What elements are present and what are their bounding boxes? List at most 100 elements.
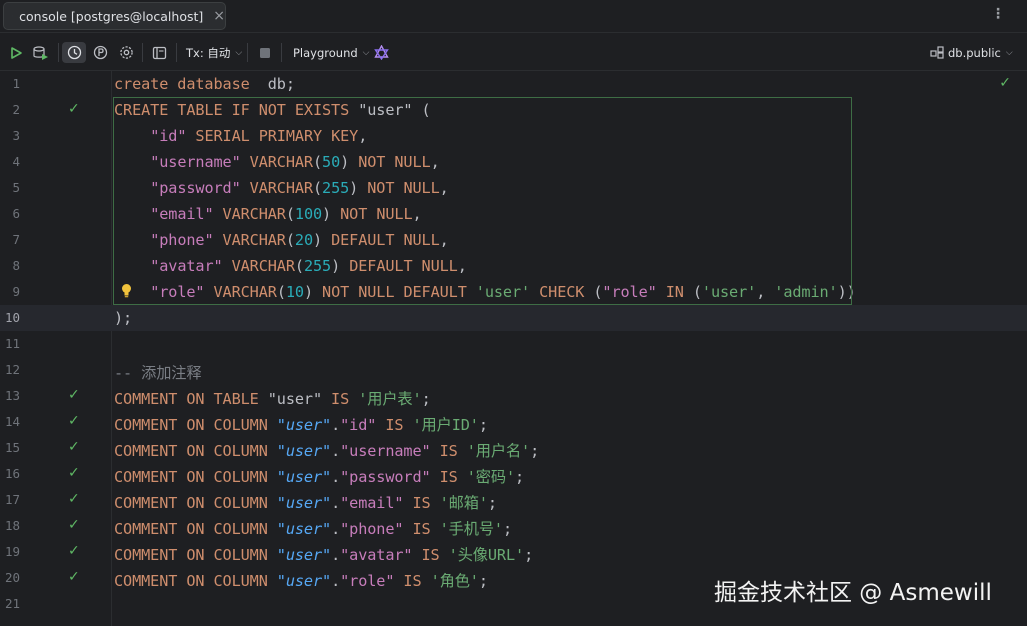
history-icon xyxy=(67,45,81,60)
code-token: "password" xyxy=(150,179,241,197)
code-token: ; xyxy=(515,468,525,486)
code-line[interactable]: 19 ✓ COMMENT ON COLUMN "user"."avatar" IS … xyxy=(0,539,1027,565)
more-vertical-icon[interactable]: ⋮ xyxy=(991,7,1005,21)
code-token: ); xyxy=(114,309,133,327)
code-line[interactable]: 14 ✓ COMMENT ON COLUMN "user"."id" IS '用户I… xyxy=(0,409,1027,435)
code-token: COMMENT ON COLUMN xyxy=(114,520,277,538)
line-number: 8 xyxy=(12,258,20,273)
code-text: create database db; xyxy=(114,75,295,93)
close-icon[interactable]: × xyxy=(213,8,225,24)
toolbar-separator xyxy=(176,43,177,62)
toolbar-separator xyxy=(281,43,282,62)
explain-plan-button[interactable] xyxy=(30,42,52,63)
code-token: '角色' xyxy=(430,572,479,590)
code-line[interactable]: 2 ✓ CREATE TABLE IF NOT EXISTS "user" ( xyxy=(0,97,1027,123)
history-button[interactable] xyxy=(62,42,86,63)
check-icon: ✓ xyxy=(68,569,80,585)
playground-dropdown[interactable]: Playground ⌵ xyxy=(293,42,370,63)
line-number: 9 xyxy=(12,284,20,299)
code-line[interactable]: 4 "username" VARCHAR(50) NOT NULL, xyxy=(0,149,1027,175)
run-button[interactable] xyxy=(6,42,26,63)
code-token: COMMENT ON COLUMN xyxy=(114,546,277,564)
tab-console[interactable]: console [postgres@localhost] × xyxy=(3,2,226,30)
toolbar-separator xyxy=(247,43,248,62)
parameters-button[interactable] xyxy=(90,42,110,63)
chevron-down-icon: ⌵ xyxy=(235,47,243,58)
code-token: . xyxy=(331,494,341,512)
code-token: VARCHAR xyxy=(222,257,295,275)
code-line[interactable]: 5 "password" VARCHAR(255) NOT NULL, xyxy=(0,175,1027,201)
code-line[interactable]: 12 -- 添加注释 xyxy=(0,357,1027,383)
ai-assistant-button[interactable] xyxy=(372,42,390,63)
code-token: DEFAULT NULL xyxy=(331,231,440,249)
code-line[interactable]: 13 ✓ COMMENT ON TABLE "user" IS '用户表'; xyxy=(0,383,1027,409)
line-number: 7 xyxy=(12,232,20,247)
check-icon: ✓ xyxy=(68,101,80,117)
code-token: ) xyxy=(303,283,323,301)
line-number: 20 xyxy=(4,570,20,585)
code-token: -- 添加注释 xyxy=(114,364,202,382)
line-number: 2 xyxy=(12,102,20,117)
output-layout-button[interactable] xyxy=(149,42,169,63)
parameters-icon xyxy=(93,45,107,60)
code-token: . xyxy=(331,442,341,460)
code-token: 255 xyxy=(322,179,350,197)
schema-selector[interactable]: db.public ⌵ xyxy=(930,42,1013,63)
code-line[interactable]: 17 ✓ COMMENT ON COLUMN "user"."email" IS '… xyxy=(0,487,1027,513)
code-token: "phone" xyxy=(340,520,404,538)
code-token: , xyxy=(358,127,368,145)
code-token: 10 xyxy=(285,283,304,301)
sql-editor[interactable]: 1 create database db; 2 ✓ CREATE TABLE IF NO… xyxy=(0,71,1027,626)
output-layout-icon xyxy=(152,46,166,59)
code-token: create database xyxy=(114,75,250,93)
code-line[interactable]: 9 "role" VARCHAR(10) NOT NULL DEFAULT 'u… xyxy=(0,279,1027,305)
console-toolbar: Tx: 自动 ⌵ Playground ⌵ db.public ⌵ xyxy=(0,34,1027,71)
code-token: COMMENT ON TABLE xyxy=(114,390,268,408)
code-token: , xyxy=(439,179,449,197)
code-text: CREATE TABLE IF NOT EXISTS "user" ( xyxy=(114,101,431,119)
code-token: IS xyxy=(376,416,413,434)
code-line[interactable]: 7 "phone" VARCHAR(20) DEFAULT NULL, xyxy=(0,227,1027,253)
code-token: COMMENT ON COLUMN xyxy=(114,494,277,512)
code-token: VARCHAR xyxy=(240,179,313,197)
code-token: 100 xyxy=(294,205,323,223)
transaction-mode-dropdown[interactable]: Tx: 自动 ⌵ xyxy=(186,42,242,63)
code-text: "role" VARCHAR(10) NOT NULL DEFAULT 'use… xyxy=(114,283,856,301)
schema-label: db.public xyxy=(948,45,1001,60)
code-line[interactable]: 8 "avatar" VARCHAR(255) DEFAULT NULL, xyxy=(0,253,1027,279)
toolbar-separator xyxy=(58,43,59,62)
code-line[interactable]: 1 create database db; xyxy=(0,71,1027,97)
code-token: )) xyxy=(837,283,856,301)
code-token: "user" xyxy=(276,416,332,434)
stop-button[interactable] xyxy=(256,42,274,63)
code-token: "id" xyxy=(150,127,187,145)
code-line[interactable]: 6 "email" VARCHAR(100) NOT NULL, xyxy=(0,201,1027,227)
code-line[interactable]: 16 ✓ COMMENT ON COLUMN "user"."password" I… xyxy=(0,461,1027,487)
check-icon: ✓ xyxy=(68,387,80,403)
code-line[interactable]: 3 "id" SERIAL PRIMARY KEY, xyxy=(0,123,1027,149)
check-icon: ✓ xyxy=(68,517,80,533)
check-icon: ✓ xyxy=(68,439,80,455)
code-line[interactable]: 18 ✓ COMMENT ON COLUMN "user"."phone" IS '… xyxy=(0,513,1027,539)
code-token: '邮箱' xyxy=(439,494,488,512)
code-text: "phone" VARCHAR(20) DEFAULT NULL, xyxy=(114,231,449,249)
line-number: 14 xyxy=(4,414,20,429)
code-token: '手机号' xyxy=(439,520,503,538)
code-token: db; xyxy=(249,75,295,93)
code-token: ( xyxy=(294,257,304,275)
chevron-down-icon: ⌵ xyxy=(362,47,370,58)
code-token: 20 xyxy=(294,231,313,249)
code-text: COMMENT ON COLUMN "user"."phone" IS '手机号… xyxy=(114,517,512,539)
code-token: '用户名' xyxy=(466,442,531,460)
code-token: COMMENT ON COLUMN xyxy=(114,442,277,460)
code-line[interactable]: 10); xyxy=(0,305,1027,331)
code-line[interactable]: 15 ✓ COMMENT ON COLUMN "user"."username" I… xyxy=(0,435,1027,461)
settings-button[interactable] xyxy=(116,42,136,63)
code-line[interactable]: 11 xyxy=(0,331,1027,357)
code-token: ; xyxy=(530,442,540,460)
check-icon: ✓ xyxy=(68,465,80,481)
